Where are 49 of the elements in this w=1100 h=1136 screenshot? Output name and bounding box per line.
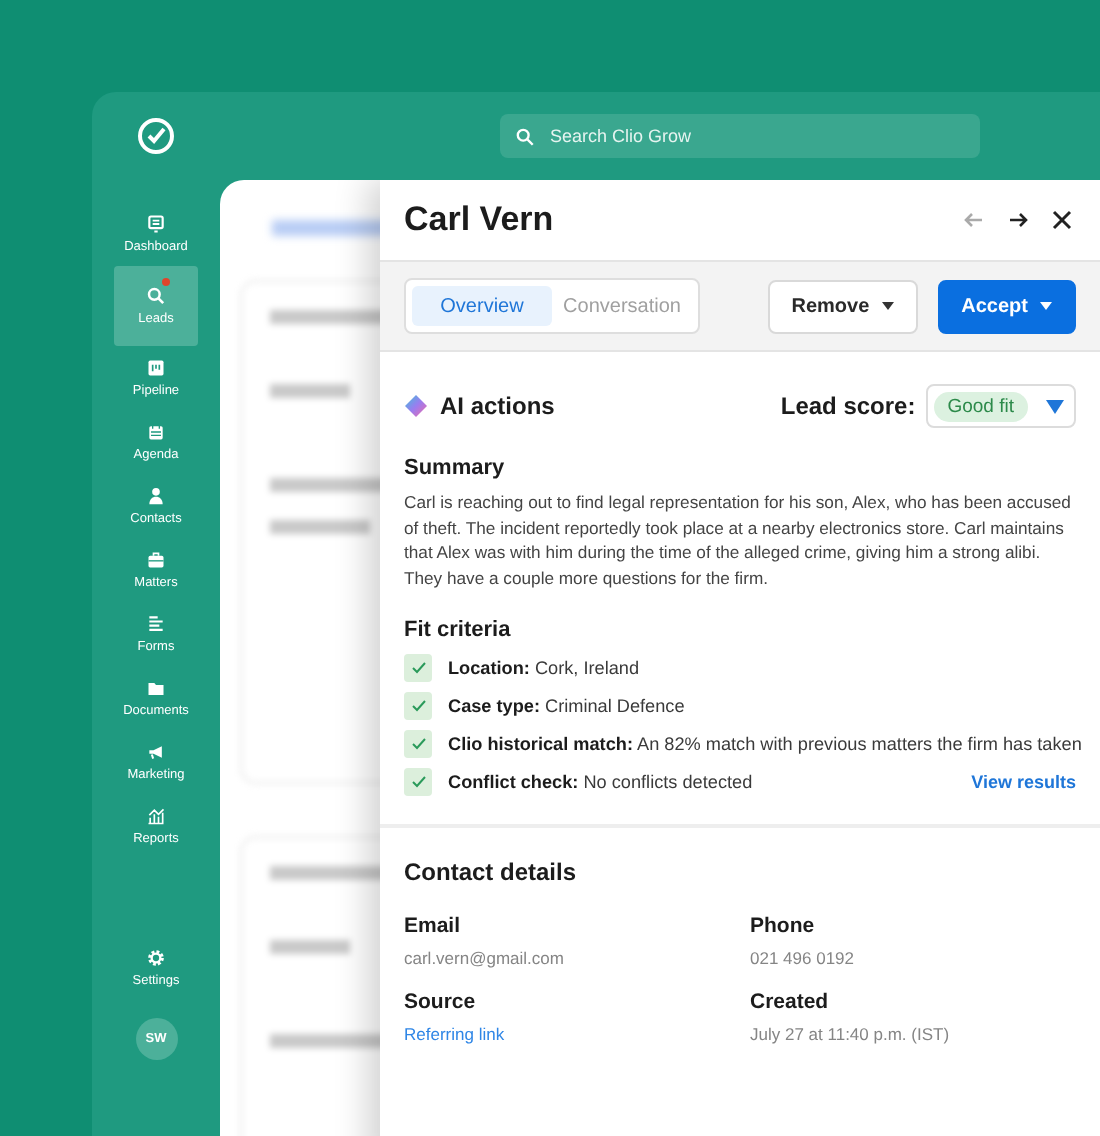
field-label: Phone (750, 914, 817, 938)
caret-icon (1046, 399, 1064, 413)
settings-icon (146, 948, 166, 968)
criterion-text: Conflict check: No conflicts detected (448, 771, 753, 791)
contact-details-heading: Contact details (404, 858, 579, 886)
tab[interactable]: Overview (412, 286, 552, 326)
search-field[interactable]: Search Clio Grow (500, 114, 980, 158)
summary-heading: Summary (404, 456, 507, 480)
check-icon (411, 661, 425, 673)
caret-icon (1040, 302, 1052, 310)
nav-icon (146, 677, 166, 697)
ai-diamond-icon (404, 394, 428, 418)
source-link[interactable]: Referring link (404, 1024, 750, 1044)
nav-icon (146, 613, 166, 633)
nav-icon (146, 357, 166, 377)
field-label: Email (404, 914, 463, 938)
field-value: carl.vern@gmail.com (404, 948, 566, 968)
nav-icon (146, 286, 166, 306)
fit-criteria-heading: Fit criteria (404, 618, 513, 642)
field-value: July 27 at 11:40 p.m. (IST) (750, 1024, 952, 1044)
nav-icon (146, 421, 166, 441)
check-icon (411, 699, 425, 711)
good-fit-tag: Good fit (933, 391, 1028, 421)
criterion-text: Location: Cork, Ireland (448, 657, 640, 677)
nav-icon (146, 741, 166, 761)
tab[interactable]: Conversation (552, 286, 692, 326)
ai-actions-heading: AI actions (440, 392, 555, 420)
nav-icon (146, 213, 166, 233)
nav-icon (146, 805, 166, 825)
criterion-text: Clio historical match: An 82% match with previous matters the firm has taken (448, 733, 1082, 753)
lead-name-title: Carl Vern (404, 200, 554, 240)
check-icon (411, 775, 425, 787)
lead-score-dropdown[interactable]: Good fit (925, 384, 1076, 428)
accept-button[interactable]: Accept (937, 279, 1076, 333)
logo-check-icon (136, 116, 176, 156)
lead-score-label: Lead score: (780, 392, 916, 420)
summary-text: Carl is reaching out to find legal representation for his son, Alex, who has been accused of theft. The incident reportedly took place at a nearby electronics store. Carl maintains that Alex was with him during the time of the alleged crime, giving him a strong alibi. They have a couple more questions for the firm. (404, 490, 1073, 590)
nav-icon (146, 549, 166, 569)
caret-icon (881, 302, 894, 310)
remove-button[interactable]: Remove (767, 279, 918, 333)
view-results-link[interactable]: View results (971, 771, 1076, 791)
search-icon (516, 127, 534, 145)
field-label: Source (404, 990, 478, 1014)
close-button[interactable] (1048, 206, 1076, 234)
check-icon (411, 737, 425, 749)
field-value: 021 496 0192 (750, 948, 856, 968)
nav-icon (146, 485, 166, 505)
field-label: Created (750, 990, 831, 1014)
criterion-text: Case type: Criminal Defence (448, 695, 685, 715)
